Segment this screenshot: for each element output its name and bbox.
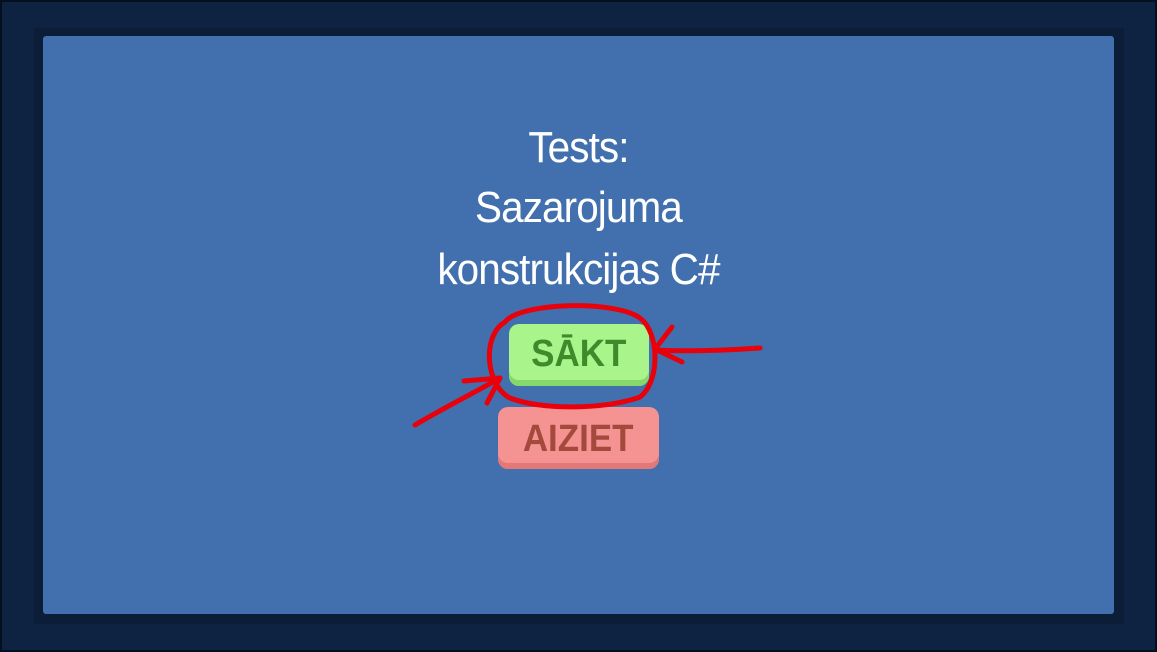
title-line-2: Sazarojuma (475, 183, 683, 232)
exit-button-label: AIZIET (523, 418, 634, 460)
exit-button[interactable]: AIZIET (498, 407, 659, 469)
title-line-3: konstrukcijas C# (437, 245, 720, 294)
start-button[interactable]: SĀKT (509, 324, 649, 386)
title-line-1: Tests: (528, 123, 629, 172)
start-button-label: SĀKT (531, 333, 627, 375)
